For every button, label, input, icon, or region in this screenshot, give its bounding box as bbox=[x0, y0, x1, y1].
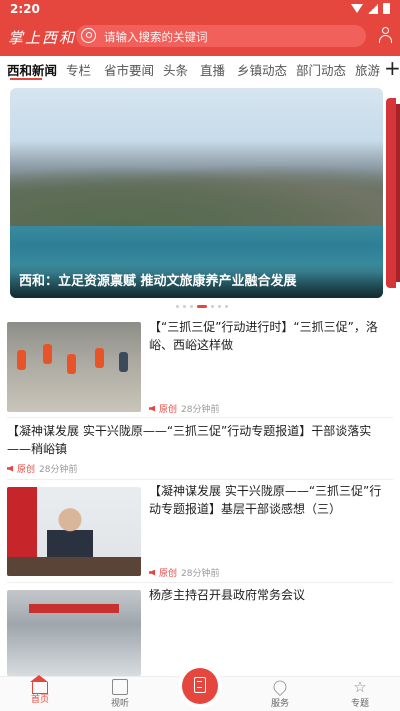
carousel-dot[interactable] bbox=[218, 305, 221, 308]
article-title[interactable]: 【“三抓三促”行动进行时】“三抓三促”，洛峪、西峪这样做 bbox=[149, 318, 389, 354]
banner-image bbox=[10, 166, 383, 226]
status-time: 2:20 bbox=[10, 2, 40, 16]
user-icon[interactable] bbox=[378, 27, 393, 44]
nav-label: 首页 bbox=[30, 695, 49, 705]
search-icon bbox=[81, 28, 96, 43]
app-header: 2:20 掌上西和 请输入搜索的关键词 bbox=[0, 0, 400, 56]
tab-town-news[interactable]: 乡镇动态 bbox=[237, 60, 287, 79]
article-tag: 原创 bbox=[159, 569, 178, 579]
carousel-dot[interactable] bbox=[225, 305, 228, 308]
tab-column[interactable]: 专栏 bbox=[66, 60, 91, 79]
nav-home[interactable]: 首页 bbox=[15, 675, 65, 705]
tab-live[interactable]: 直播 bbox=[200, 60, 225, 79]
tv-icon bbox=[112, 679, 128, 695]
tab-department-news[interactable]: 部门动态 bbox=[296, 60, 346, 79]
article-thumbnail[interactable] bbox=[7, 322, 141, 412]
carousel-dot[interactable] bbox=[183, 305, 186, 308]
article-meta: 原创 28分钟前 bbox=[7, 462, 77, 475]
document-icon bbox=[194, 677, 206, 693]
home-icon bbox=[30, 675, 48, 694]
category-tabs: 西和新闻 专栏 省市要闻 头条 直播 乡镇动态 部门动态 旅游 + bbox=[0, 56, 400, 80]
article-meta: 原创 28分钟前 bbox=[149, 566, 219, 579]
search-placeholder: 请输入搜索的关键词 bbox=[104, 30, 208, 44]
center-publish-button[interactable] bbox=[182, 668, 218, 704]
carousel-dot-active[interactable] bbox=[197, 305, 207, 308]
divider bbox=[7, 417, 393, 418]
audio-icon bbox=[149, 569, 155, 576]
article-time: 28分钟前 bbox=[181, 569, 220, 579]
carousel-dot[interactable] bbox=[211, 305, 214, 308]
nav-special[interactable]: ☆ 专题 bbox=[335, 679, 385, 709]
nav-video[interactable]: 视听 bbox=[95, 679, 145, 709]
status-bar: 2:20 bbox=[0, 0, 400, 18]
tab-province-news[interactable]: 省市要闻 bbox=[104, 60, 154, 79]
article-title[interactable]: 【凝神谋发展 实干兴陇原——“三抓三促”行动专题报道】干部谈落实——稍峪镇 bbox=[7, 422, 393, 458]
divider bbox=[7, 582, 393, 583]
audio-icon bbox=[7, 465, 13, 472]
banner-title: 西和：立足资源禀赋 推动文旅康养产业融合发展 bbox=[19, 274, 297, 289]
nav-service[interactable]: 服务 bbox=[255, 677, 305, 709]
article-time: 28分钟前 bbox=[181, 405, 220, 415]
carousel-dots bbox=[176, 305, 228, 308]
app-logo: 掌上西和 bbox=[8, 29, 77, 47]
wifi-icon bbox=[351, 4, 363, 13]
article-title[interactable]: 杨彦主持召开县政府常务会议 bbox=[149, 586, 389, 604]
nav-label: 专题 bbox=[350, 699, 369, 709]
tab-xihe-news[interactable]: 西和新闻 bbox=[7, 60, 57, 79]
article-meta: 原创 28分钟前 bbox=[149, 402, 219, 415]
tab-headlines[interactable]: 头条 bbox=[163, 60, 188, 79]
article-thumbnail[interactable] bbox=[7, 590, 141, 676]
search-bar[interactable]: 请输入搜索的关键词 bbox=[76, 25, 366, 47]
star-icon: ☆ bbox=[353, 678, 367, 696]
audio-icon bbox=[149, 405, 155, 412]
nav-label: 服务 bbox=[270, 699, 289, 709]
status-icons bbox=[351, 3, 390, 14]
heart-icon bbox=[270, 677, 290, 697]
article-time: 28分钟前 bbox=[39, 465, 78, 475]
article-title[interactable]: 【凝神谋发展 实干兴陇原——“三抓三促”行动专题报道】基层干部谈感想（三） bbox=[149, 482, 389, 518]
active-tab-indicator bbox=[10, 78, 42, 80]
article-tag: 原创 bbox=[17, 465, 36, 475]
divider bbox=[7, 479, 393, 480]
carousel-banner[interactable]: 西和：立足资源禀赋 推动文旅康养产业融合发展 bbox=[10, 88, 383, 298]
carousel-dot[interactable] bbox=[190, 305, 193, 308]
signal-icon bbox=[368, 3, 378, 14]
add-tab-icon[interactable]: + bbox=[384, 56, 400, 80]
article-thumbnail[interactable] bbox=[7, 487, 141, 576]
article-tag: 原创 bbox=[159, 405, 178, 415]
battery-icon bbox=[383, 3, 390, 14]
nav-label: 视听 bbox=[110, 699, 129, 709]
tab-tourism[interactable]: 旅游 bbox=[355, 60, 380, 79]
carousel-dot[interactable] bbox=[176, 305, 179, 308]
carousel-next-slide[interactable] bbox=[386, 98, 396, 288]
